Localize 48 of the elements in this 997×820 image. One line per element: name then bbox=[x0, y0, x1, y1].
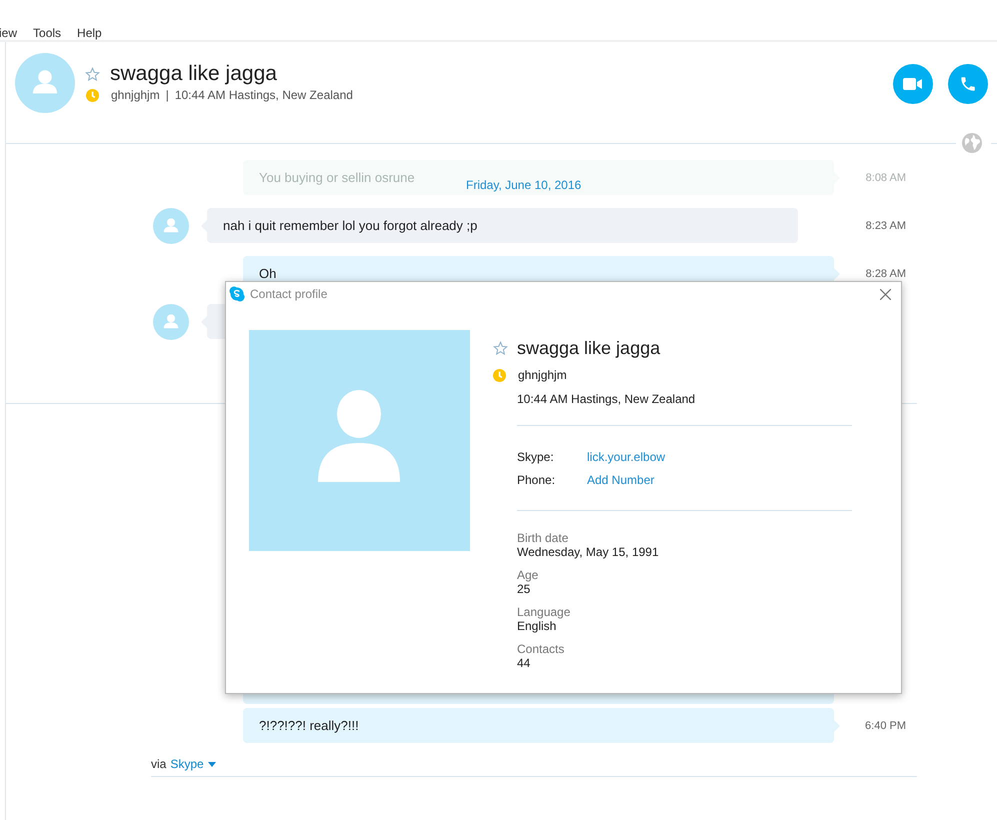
menu-item[interactable]: Tools bbox=[33, 25, 62, 40]
menu-item[interactable]: Help bbox=[77, 25, 102, 40]
caret-icon bbox=[208, 762, 216, 766]
message-text: ?!??!??! really?!!! bbox=[259, 718, 359, 733]
message-text: nah i quit remember lol you forgot already ;p bbox=[223, 218, 478, 233]
avatar-icon[interactable] bbox=[15, 53, 75, 113]
video-call-button[interactable] bbox=[893, 64, 933, 104]
close-button[interactable] bbox=[878, 286, 893, 302]
contact-link[interactable]: Add Number bbox=[587, 472, 654, 486]
detail-label: Language bbox=[517, 605, 570, 619]
video-camera-icon bbox=[903, 77, 923, 91]
detail-label: Contacts bbox=[517, 642, 564, 656]
mood-text: ghnjghjm bbox=[518, 368, 567, 382]
star-icon[interactable] bbox=[493, 340, 508, 356]
menu-item[interactable]: iew bbox=[0, 25, 18, 40]
field-label: Skype: bbox=[517, 450, 555, 464]
call-button[interactable] bbox=[948, 64, 988, 104]
avatar-icon[interactable] bbox=[153, 304, 189, 340]
message-time: 6:40 PM bbox=[864, 720, 906, 732]
date-separator: Friday, June 10, 2016 bbox=[466, 178, 582, 192]
skype-logo-icon bbox=[229, 286, 245, 302]
dialog-title: Contact profile bbox=[250, 287, 328, 301]
field-label: Phone: bbox=[517, 472, 556, 486]
service-dropdown[interactable]: Skype bbox=[170, 757, 216, 771]
detail-value: English bbox=[517, 619, 556, 633]
message-text: You buying or sellin osrune bbox=[259, 170, 415, 185]
detail-label: Birth date bbox=[517, 531, 568, 545]
contact-name: swagga like jagga bbox=[517, 338, 660, 358]
phone-icon bbox=[959, 75, 977, 93]
message-time: 8:23 AM bbox=[864, 220, 906, 232]
avatar-icon[interactable] bbox=[153, 208, 189, 244]
message-time: 8:28 AM bbox=[864, 268, 906, 280]
detail-value: Wednesday, May 15, 1991 bbox=[517, 545, 659, 559]
message-time: 8:08 AM bbox=[864, 172, 906, 184]
avatar-icon bbox=[249, 330, 470, 551]
contact-name: swagga like jagga bbox=[110, 61, 277, 87]
message-text: Oh bbox=[259, 266, 276, 281]
local-time-text: 10:44 AM Hastings, New Zealand bbox=[174, 88, 353, 102]
globe-icon[interactable] bbox=[961, 132, 983, 154]
detail-label: Age bbox=[517, 568, 538, 582]
via-label: via bbox=[151, 757, 166, 771]
mood-text: ghnjghjm bbox=[111, 88, 160, 102]
contact-link[interactable]: lick.your.elbow bbox=[587, 450, 666, 464]
star-icon[interactable] bbox=[85, 66, 100, 82]
detail-value: 44 bbox=[517, 656, 530, 670]
detail-value: 25 bbox=[517, 582, 530, 596]
local-time-text: 10:44 AM Hastings, New Zealand bbox=[517, 392, 696, 406]
separator-text: | bbox=[166, 88, 169, 102]
